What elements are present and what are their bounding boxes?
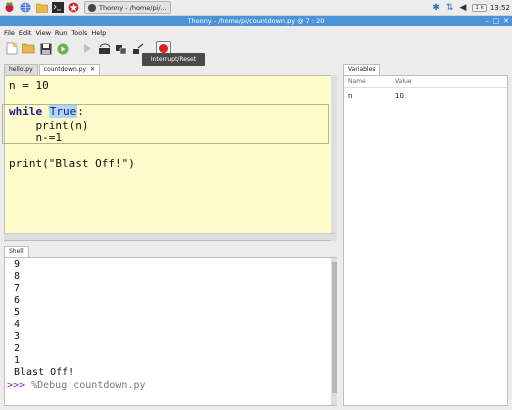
tab-label: Variables xyxy=(348,66,376,73)
menu-bar: File Edit View Run Tools Help xyxy=(0,27,512,38)
toolbar xyxy=(0,39,512,58)
col-value-header[interactable]: Value xyxy=(395,78,411,85)
menu-edit[interactable]: Edit xyxy=(19,29,32,37)
terminal-icon[interactable] xyxy=(51,1,64,14)
keyboard-layout-indicator[interactable]: 1 k xyxy=(472,4,487,12)
shell-output-line: 5 xyxy=(14,307,21,318)
variables-panel: Name Value n 10 xyxy=(343,75,508,406)
tab-shell[interactable]: Shell xyxy=(4,246,29,257)
shell-console[interactable]: 9 8 7 6 5 4 3 2 1 Blast Off! >>> %Debug … xyxy=(4,257,337,406)
clock[interactable]: 13:52 xyxy=(490,4,510,12)
variables-header: Name Value xyxy=(344,76,507,88)
col-name-header[interactable]: Name xyxy=(348,78,366,85)
shell-output-line: 3 xyxy=(14,331,21,342)
file-manager-icon[interactable] xyxy=(35,1,48,14)
menu-run[interactable]: Run xyxy=(55,29,67,37)
menu-help[interactable]: Help xyxy=(91,29,106,37)
save-file-button[interactable] xyxy=(38,41,53,56)
web-browser-icon[interactable] xyxy=(19,1,32,14)
shell-output-line: Blast Off! xyxy=(14,367,75,378)
step-over-button[interactable] xyxy=(97,41,112,56)
code-line-1: n = 10 xyxy=(9,79,49,92)
shell-output-line: 4 xyxy=(14,319,21,330)
tab-label: countdown.py xyxy=(43,66,87,73)
shell-output-line: 7 xyxy=(14,283,21,294)
system-panel: Thonny - /home/pi/... ✱ ⇅ ◀ 1 k 13:52 xyxy=(0,0,512,16)
network-updown-icon[interactable]: ⇅ xyxy=(446,3,454,13)
loop-block-highlight xyxy=(2,104,329,144)
taskbar-thonny-label: Thonny - /home/pi/... xyxy=(99,3,167,12)
menu-view[interactable]: View xyxy=(35,29,50,37)
tab-hello-py[interactable]: hello.py xyxy=(4,64,38,75)
tab-countdown-py[interactable]: countdown.py ✕ xyxy=(38,64,101,75)
window-title: Thonny - /home/pi/countdown.py @ 7 : 20 xyxy=(187,17,325,25)
shell-scrollbar-thumb[interactable] xyxy=(332,262,337,393)
taskbar-thonny-button[interactable]: Thonny - /home/pi/... xyxy=(84,1,171,14)
open-file-button[interactable] xyxy=(21,41,36,56)
maximize-icon[interactable]: □ xyxy=(492,17,499,25)
tooltip: Interrupt/Reset xyxy=(142,53,205,66)
debug-button[interactable] xyxy=(80,41,95,56)
volume-icon[interactable]: ◀ xyxy=(459,3,466,13)
editor-vertical-scrollbar[interactable] xyxy=(331,75,337,241)
thonny-app-icon xyxy=(88,3,96,12)
tab-label: hello.py xyxy=(9,66,33,73)
tab-label: Shell xyxy=(9,248,24,255)
editor-horizontal-scrollbar[interactable] xyxy=(4,233,335,240)
shell-prompt-line[interactable]: >>> %Debug countdown.py xyxy=(7,380,145,391)
editor-tabs: hello.py countdown.py ✕ xyxy=(4,64,101,75)
variables-tabs: Variables xyxy=(343,64,381,75)
system-tray: ✱ ⇅ ◀ 1 k 13:52 xyxy=(426,1,510,15)
raspberry-menu-icon[interactable] xyxy=(3,1,16,14)
shell-output-line: 1 xyxy=(14,355,21,366)
menu-tools[interactable]: Tools xyxy=(71,29,87,37)
step-into-button[interactable] xyxy=(114,41,129,56)
new-file-button[interactable] xyxy=(4,41,19,56)
shell-output-line: 9 xyxy=(14,259,21,270)
tab-variables[interactable]: Variables xyxy=(343,64,381,75)
menu-file[interactable]: File xyxy=(4,29,15,37)
desktop: Thonny - /home/pi/... ✱ ⇅ ◀ 1 k 13:52 Th… xyxy=(0,0,512,410)
close-icon[interactable]: ✕ xyxy=(503,17,509,25)
variable-value: 10 xyxy=(395,92,404,100)
window-titlebar[interactable]: Thonny - /home/pi/countdown.py @ 7 : 20 … xyxy=(0,16,512,26)
code-editor[interactable]: n = 10 while True: print(n) n-=1 print("… xyxy=(4,75,335,241)
tab-close-icon[interactable]: ✕ xyxy=(90,66,95,73)
shell-prompt: >>> xyxy=(7,380,26,391)
minimize-icon[interactable]: – xyxy=(486,17,490,25)
variable-name: n xyxy=(348,92,353,100)
code-line-7: print("Blast Off!") xyxy=(9,157,135,170)
run-button[interactable] xyxy=(55,41,70,56)
shell-output-line: 6 xyxy=(14,295,21,306)
bluetooth-icon[interactable]: ✱ xyxy=(432,3,440,13)
shell-tabs: Shell xyxy=(4,246,30,257)
shell-output-line: 8 xyxy=(14,271,21,282)
shell-command: %Debug countdown.py xyxy=(31,380,146,391)
mathematica-icon[interactable] xyxy=(67,1,80,14)
shell-output-line: 2 xyxy=(14,343,21,354)
